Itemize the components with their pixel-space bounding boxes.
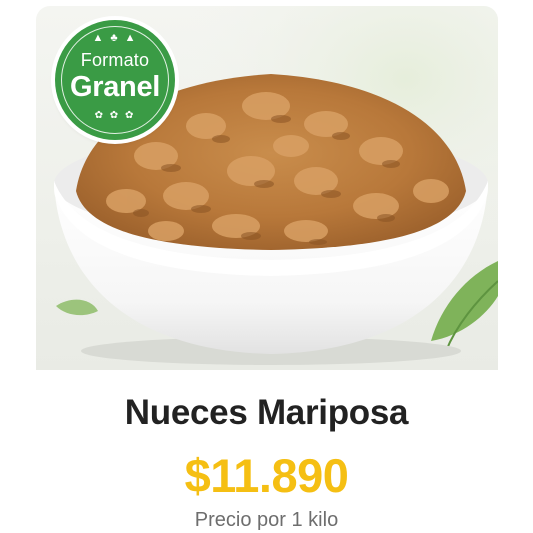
product-price: $11.890 bbox=[184, 449, 349, 502]
bulk-format-badge: ▲ ♣ ▲ Formato Granel ✿ ✿ ✿ bbox=[55, 20, 175, 140]
product-name[interactable]: Nueces Mariposa bbox=[0, 393, 533, 433]
badge-bulk-label: Granel bbox=[69, 71, 161, 103]
badge-format-label: Formato bbox=[80, 50, 150, 70]
badge-decoration-bottom-icon: ✿ ✿ ✿ bbox=[94, 110, 136, 121]
badge-decoration-top-icon: ▲ ♣ ▲ bbox=[92, 32, 138, 44]
price-unit-label: Precio por 1 kilo bbox=[194, 509, 339, 531]
product-card[interactable]: ▲ ♣ ▲ Formato Granel ✿ ✿ ✿ Nueces Maripo… bbox=[0, 0, 533, 533]
